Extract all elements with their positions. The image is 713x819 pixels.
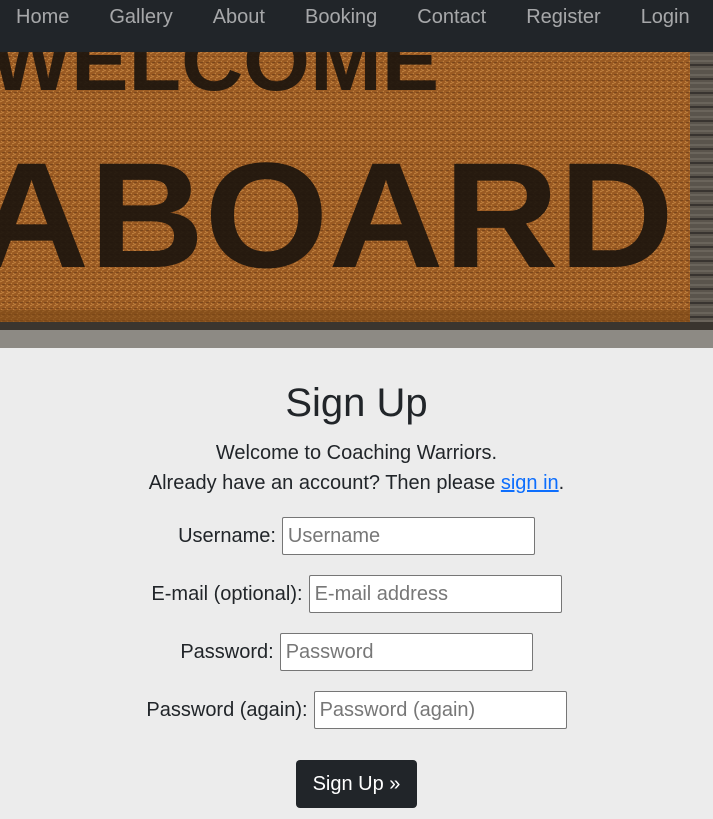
password-again-input[interactable] — [313, 691, 567, 729]
nav-booking[interactable]: Booking — [305, 0, 377, 27]
password-again-label: Password (again): — [146, 698, 308, 721]
welcome-text: Welcome to Coaching Warriors. — [215, 442, 498, 464]
top-navbar: Home Gallery About Booking Contact Regis… — [0, 0, 713, 52]
nav-login[interactable]: Login — [641, 0, 690, 27]
email-row: E-mail (optional): — [0, 575, 713, 613]
password-row: Password: — [0, 633, 713, 671]
nav-register[interactable]: Register — [526, 0, 600, 27]
password-label: Password: — [180, 640, 274, 663]
signin-link[interactable]: sign in — [501, 472, 559, 494]
nav-contact[interactable]: Contact — [417, 0, 486, 27]
username-row: Username: — [0, 517, 713, 555]
mat-text-top: WELCOME — [0, 52, 439, 109]
password-input[interactable] — [279, 633, 533, 671]
username-input[interactable] — [281, 517, 535, 555]
username-label: Username: — [178, 524, 276, 547]
nav-about[interactable]: About — [213, 0, 265, 27]
intro-text: Welcome to Coaching Warriors. Already ha… — [0, 438, 713, 498]
signin-suffix: . — [558, 472, 565, 494]
mat-text-bottom: ABOARD — [0, 131, 674, 299]
email-label: E-mail (optional): — [151, 582, 303, 605]
signin-prompt: Already have an account? Then please sig… — [0, 468, 713, 498]
nav-gallery[interactable]: Gallery — [109, 0, 172, 27]
submit-wrap: Sign Up » — [0, 760, 713, 808]
signup-section: Sign Up Welcome to Coaching Warriors. Al… — [0, 348, 713, 808]
doormat-graphic: WELCOME ABOARD — [0, 52, 713, 348]
page-title: Sign Up — [285, 381, 428, 425]
signin-prefix: Already have an account? Then please — [148, 472, 501, 494]
hero-doormat-image: WELCOME ABOARD — [0, 52, 713, 348]
password-again-row: Password (again): — [0, 691, 713, 729]
email-input[interactable] — [308, 575, 562, 613]
signup-form: Username: E-mail (optional): Password: P… — [0, 517, 713, 808]
nav-home[interactable]: Home — [16, 0, 69, 27]
signup-button[interactable]: Sign Up » — [295, 760, 418, 808]
